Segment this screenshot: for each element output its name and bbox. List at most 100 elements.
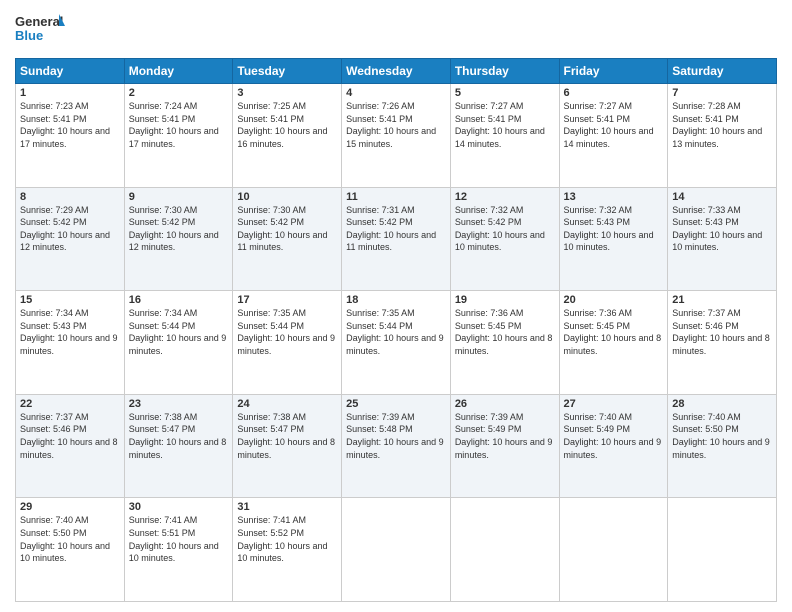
day-number: 11 <box>346 191 446 203</box>
page: General Blue SundayMondayTuesdayWednesda… <box>0 0 792 612</box>
day-number: 7 <box>672 87 772 99</box>
day-info: Sunrise: 7:26 AMSunset: 5:41 PMDaylight:… <box>346 101 436 149</box>
day-number: 28 <box>672 398 772 410</box>
table-row: 9 Sunrise: 7:30 AMSunset: 5:42 PMDayligh… <box>124 187 233 291</box>
day-number: 13 <box>564 191 664 203</box>
table-row: 10 Sunrise: 7:30 AMSunset: 5:42 PMDaylig… <box>233 187 342 291</box>
day-number: 5 <box>455 87 555 99</box>
day-info: Sunrise: 7:34 AMSunset: 5:44 PMDaylight:… <box>129 308 227 356</box>
day-info: Sunrise: 7:23 AMSunset: 5:41 PMDaylight:… <box>20 101 110 149</box>
day-info: Sunrise: 7:30 AMSunset: 5:42 PMDaylight:… <box>129 205 219 253</box>
table-row: 25 Sunrise: 7:39 AMSunset: 5:48 PMDaylig… <box>342 394 451 498</box>
table-row: 28 Sunrise: 7:40 AMSunset: 5:50 PMDaylig… <box>668 394 777 498</box>
table-row <box>668 498 777 602</box>
table-row: 4 Sunrise: 7:26 AMSunset: 5:41 PMDayligh… <box>342 84 451 188</box>
table-row: 29 Sunrise: 7:40 AMSunset: 5:50 PMDaylig… <box>16 498 125 602</box>
day-info: Sunrise: 7:38 AMSunset: 5:47 PMDaylight:… <box>237 412 335 460</box>
day-info: Sunrise: 7:36 AMSunset: 5:45 PMDaylight:… <box>564 308 662 356</box>
day-info: Sunrise: 7:40 AMSunset: 5:49 PMDaylight:… <box>564 412 662 460</box>
table-row: 26 Sunrise: 7:39 AMSunset: 5:49 PMDaylig… <box>450 394 559 498</box>
day-number: 30 <box>129 501 229 513</box>
day-number: 25 <box>346 398 446 410</box>
col-header-saturday: Saturday <box>668 59 777 84</box>
day-info: Sunrise: 7:24 AMSunset: 5:41 PMDaylight:… <box>129 101 219 149</box>
table-row: 24 Sunrise: 7:38 AMSunset: 5:47 PMDaylig… <box>233 394 342 498</box>
day-number: 14 <box>672 191 772 203</box>
col-header-wednesday: Wednesday <box>342 59 451 84</box>
day-info: Sunrise: 7:30 AMSunset: 5:42 PMDaylight:… <box>237 205 327 253</box>
day-info: Sunrise: 7:29 AMSunset: 5:42 PMDaylight:… <box>20 205 110 253</box>
day-number: 19 <box>455 294 555 306</box>
day-number: 10 <box>237 191 337 203</box>
day-number: 4 <box>346 87 446 99</box>
col-header-tuesday: Tuesday <box>233 59 342 84</box>
day-number: 6 <box>564 87 664 99</box>
table-row: 3 Sunrise: 7:25 AMSunset: 5:41 PMDayligh… <box>233 84 342 188</box>
table-row: 12 Sunrise: 7:32 AMSunset: 5:42 PMDaylig… <box>450 187 559 291</box>
day-number: 1 <box>20 87 120 99</box>
day-info: Sunrise: 7:39 AMSunset: 5:49 PMDaylight:… <box>455 412 553 460</box>
col-header-sunday: Sunday <box>16 59 125 84</box>
day-info: Sunrise: 7:37 AMSunset: 5:46 PMDaylight:… <box>20 412 118 460</box>
day-number: 17 <box>237 294 337 306</box>
day-number: 3 <box>237 87 337 99</box>
day-number: 9 <box>129 191 229 203</box>
day-number: 20 <box>564 294 664 306</box>
table-row: 18 Sunrise: 7:35 AMSunset: 5:44 PMDaylig… <box>342 291 451 395</box>
day-info: Sunrise: 7:32 AMSunset: 5:42 PMDaylight:… <box>455 205 545 253</box>
day-info: Sunrise: 7:38 AMSunset: 5:47 PMDaylight:… <box>129 412 227 460</box>
table-row: 20 Sunrise: 7:36 AMSunset: 5:45 PMDaylig… <box>559 291 668 395</box>
col-header-monday: Monday <box>124 59 233 84</box>
table-row: 21 Sunrise: 7:37 AMSunset: 5:46 PMDaylig… <box>668 291 777 395</box>
day-info: Sunrise: 7:25 AMSunset: 5:41 PMDaylight:… <box>237 101 327 149</box>
day-number: 23 <box>129 398 229 410</box>
table-row <box>559 498 668 602</box>
col-header-friday: Friday <box>559 59 668 84</box>
svg-text:General: General <box>15 14 63 29</box>
table-row: 23 Sunrise: 7:38 AMSunset: 5:47 PMDaylig… <box>124 394 233 498</box>
day-number: 8 <box>20 191 120 203</box>
table-row: 27 Sunrise: 7:40 AMSunset: 5:49 PMDaylig… <box>559 394 668 498</box>
day-number: 16 <box>129 294 229 306</box>
table-row: 15 Sunrise: 7:34 AMSunset: 5:43 PMDaylig… <box>16 291 125 395</box>
table-row: 14 Sunrise: 7:33 AMSunset: 5:43 PMDaylig… <box>668 187 777 291</box>
table-row: 8 Sunrise: 7:29 AMSunset: 5:42 PMDayligh… <box>16 187 125 291</box>
table-row: 13 Sunrise: 7:32 AMSunset: 5:43 PMDaylig… <box>559 187 668 291</box>
day-number: 2 <box>129 87 229 99</box>
header: General Blue <box>15 10 777 52</box>
table-row: 30 Sunrise: 7:41 AMSunset: 5:51 PMDaylig… <box>124 498 233 602</box>
day-number: 12 <box>455 191 555 203</box>
day-info: Sunrise: 7:41 AMSunset: 5:51 PMDaylight:… <box>129 515 219 563</box>
day-number: 15 <box>20 294 120 306</box>
day-info: Sunrise: 7:35 AMSunset: 5:44 PMDaylight:… <box>346 308 444 356</box>
day-number: 21 <box>672 294 772 306</box>
day-number: 24 <box>237 398 337 410</box>
day-number: 26 <box>455 398 555 410</box>
table-row: 22 Sunrise: 7:37 AMSunset: 5:46 PMDaylig… <box>16 394 125 498</box>
table-row: 11 Sunrise: 7:31 AMSunset: 5:42 PMDaylig… <box>342 187 451 291</box>
day-info: Sunrise: 7:32 AMSunset: 5:43 PMDaylight:… <box>564 205 654 253</box>
day-info: Sunrise: 7:35 AMSunset: 5:44 PMDaylight:… <box>237 308 335 356</box>
day-number: 22 <box>20 398 120 410</box>
table-row: 19 Sunrise: 7:36 AMSunset: 5:45 PMDaylig… <box>450 291 559 395</box>
day-number: 27 <box>564 398 664 410</box>
col-header-thursday: Thursday <box>450 59 559 84</box>
logo: General Blue <box>15 10 65 52</box>
table-row: 7 Sunrise: 7:28 AMSunset: 5:41 PMDayligh… <box>668 84 777 188</box>
table-row: 5 Sunrise: 7:27 AMSunset: 5:41 PMDayligh… <box>450 84 559 188</box>
table-row: 17 Sunrise: 7:35 AMSunset: 5:44 PMDaylig… <box>233 291 342 395</box>
table-row: 6 Sunrise: 7:27 AMSunset: 5:41 PMDayligh… <box>559 84 668 188</box>
table-row: 2 Sunrise: 7:24 AMSunset: 5:41 PMDayligh… <box>124 84 233 188</box>
calendar-table: SundayMondayTuesdayWednesdayThursdayFrid… <box>15 58 777 602</box>
table-row: 1 Sunrise: 7:23 AMSunset: 5:41 PMDayligh… <box>16 84 125 188</box>
day-info: Sunrise: 7:40 AMSunset: 5:50 PMDaylight:… <box>20 515 110 563</box>
table-row <box>342 498 451 602</box>
table-row <box>450 498 559 602</box>
day-info: Sunrise: 7:37 AMSunset: 5:46 PMDaylight:… <box>672 308 770 356</box>
day-info: Sunrise: 7:39 AMSunset: 5:48 PMDaylight:… <box>346 412 444 460</box>
day-info: Sunrise: 7:28 AMSunset: 5:41 PMDaylight:… <box>672 101 762 149</box>
day-info: Sunrise: 7:41 AMSunset: 5:52 PMDaylight:… <box>237 515 327 563</box>
day-info: Sunrise: 7:40 AMSunset: 5:50 PMDaylight:… <box>672 412 770 460</box>
day-info: Sunrise: 7:27 AMSunset: 5:41 PMDaylight:… <box>564 101 654 149</box>
day-info: Sunrise: 7:34 AMSunset: 5:43 PMDaylight:… <box>20 308 118 356</box>
